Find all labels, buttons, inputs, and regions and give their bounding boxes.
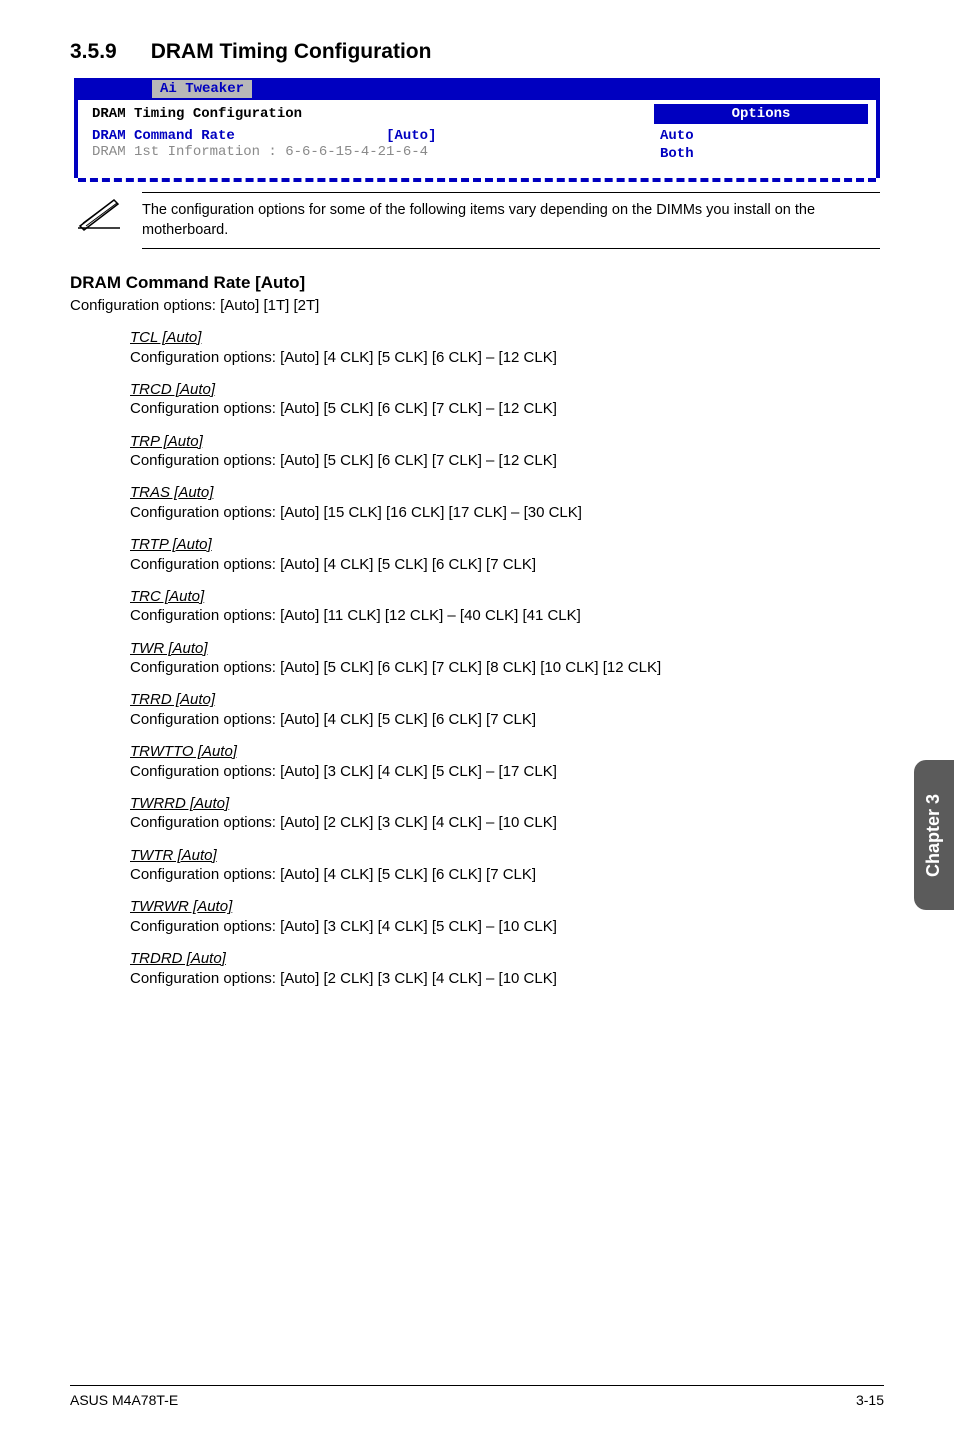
param-trwtto: TRWTTO [Auto] Configuration options: [Au…: [130, 742, 884, 782]
bios-panel-title: DRAM Timing Configuration: [92, 106, 636, 122]
section-number: 3.5.9: [70, 40, 117, 64]
param-trc: TRC [Auto] Configuration options: [Auto]…: [130, 587, 884, 627]
param-title: TRP [Auto]: [130, 432, 884, 452]
param-title: TRCD [Auto]: [130, 380, 884, 400]
param-twrwr: TWRWR [Auto] Configuration options: [Aut…: [130, 897, 884, 937]
param-trrd: TRRD [Auto] Configuration options: [Auto…: [130, 690, 884, 730]
param-conf: Configuration options: [Auto] [15 CLK] […: [130, 503, 884, 523]
param-trdrd: TRDRD [Auto] Configuration options: [Aut…: [130, 949, 884, 989]
section-title: DRAM Timing Configuration: [151, 40, 432, 63]
param-trp: TRP [Auto] Configuration options: [Auto]…: [130, 432, 884, 472]
bios-field-label: DRAM Command Rate: [92, 128, 235, 144]
chapter-side-tab: Chapter 3: [914, 760, 954, 910]
param-title: TWRWR [Auto]: [130, 897, 884, 917]
heading-dram-command-rate: DRAM Command Rate [Auto]: [70, 273, 884, 293]
param-conf: Configuration options: [Auto] [2 CLK] [3…: [130, 813, 884, 833]
param-title: TWTR [Auto]: [130, 846, 884, 866]
param-conf: Configuration options: [Auto] [5 CLK] [6…: [130, 399, 884, 419]
bios-option-both[interactable]: Both: [654, 146, 868, 164]
param-trtp: TRTP [Auto] Configuration options: [Auto…: [130, 535, 884, 575]
bios-field-value: [Auto]: [386, 128, 436, 144]
param-conf: Configuration options: [Auto] [5 CLK] [6…: [130, 451, 884, 471]
param-conf: Configuration options: [Auto] [5 CLK] [6…: [130, 658, 884, 678]
bios-option-auto[interactable]: Auto: [654, 128, 868, 146]
param-conf: Configuration options: [Auto] [3 CLK] [4…: [130, 917, 884, 937]
page-footer: ASUS M4A78T-E 3-15: [70, 1385, 884, 1408]
param-conf: Configuration options: [Auto] [4 CLK] [5…: [130, 710, 884, 730]
chapter-side-tab-label: Chapter 3: [924, 793, 945, 876]
param-conf: Configuration options: [Auto] [2 CLK] [3…: [130, 969, 884, 989]
conf-dram-command-rate: Configuration options: [Auto] [1T] [2T]: [70, 297, 884, 314]
bios-bottom-border: [78, 178, 876, 182]
param-twtr: TWTR [Auto] Configuration options: [Auto…: [130, 846, 884, 886]
param-title: TRC [Auto]: [130, 587, 884, 607]
param-twrrd: TWRRD [Auto] Configuration options: [Aut…: [130, 794, 884, 834]
bios-options-header: Options: [654, 104, 868, 124]
param-title: TRTP [Auto]: [130, 535, 884, 555]
param-title: TRDRD [Auto]: [130, 949, 884, 969]
param-title: TRAS [Auto]: [130, 483, 884, 503]
footer-model: ASUS M4A78T-E: [70, 1392, 178, 1408]
note-block: The configuration options for some of th…: [74, 192, 880, 249]
bios-field-dram-command-rate[interactable]: DRAM Command Rate [Auto]: [92, 128, 636, 144]
footer-page-number: 3-15: [856, 1392, 884, 1408]
param-tras: TRAS [Auto] Configuration options: [Auto…: [130, 483, 884, 523]
bios-panel: Ai Tweaker DRAM Timing Configuration DRA…: [74, 78, 880, 178]
param-title: TRRD [Auto]: [130, 690, 884, 710]
param-tcl: TCL [Auto] Configuration options: [Auto]…: [130, 328, 884, 368]
bios-tab-ai-tweaker[interactable]: Ai Tweaker: [152, 80, 252, 98]
param-conf: Configuration options: [Auto] [11 CLK] […: [130, 606, 884, 626]
param-conf: Configuration options: [Auto] [3 CLK] [4…: [130, 762, 884, 782]
param-title: TRWTTO [Auto]: [130, 742, 884, 762]
bios-tab-row: Ai Tweaker: [78, 78, 876, 100]
bios-left-pane: DRAM Timing Configuration DRAM Command R…: [78, 100, 646, 178]
note-text: The configuration options for some of th…: [142, 192, 880, 249]
param-title: TCL [Auto]: [130, 328, 884, 348]
section-heading: 3.5.9 DRAM Timing Configuration: [70, 40, 884, 64]
param-title: TWRRD [Auto]: [130, 794, 884, 814]
param-conf: Configuration options: [Auto] [4 CLK] [5…: [130, 865, 884, 885]
param-conf: Configuration options: [Auto] [4 CLK] [5…: [130, 555, 884, 575]
pen-note-icon: [74, 192, 124, 237]
param-conf: Configuration options: [Auto] [4 CLK] [5…: [130, 348, 884, 368]
bios-info-line: DRAM 1st Information : 6-6-6-15-4-21-6-4: [92, 144, 636, 160]
param-title: TWR [Auto]: [130, 639, 884, 659]
bios-options-pane: Options Auto Both: [646, 100, 876, 178]
param-twr: TWR [Auto] Configuration options: [Auto]…: [130, 639, 884, 679]
param-trcd: TRCD [Auto] Configuration options: [Auto…: [130, 380, 884, 420]
